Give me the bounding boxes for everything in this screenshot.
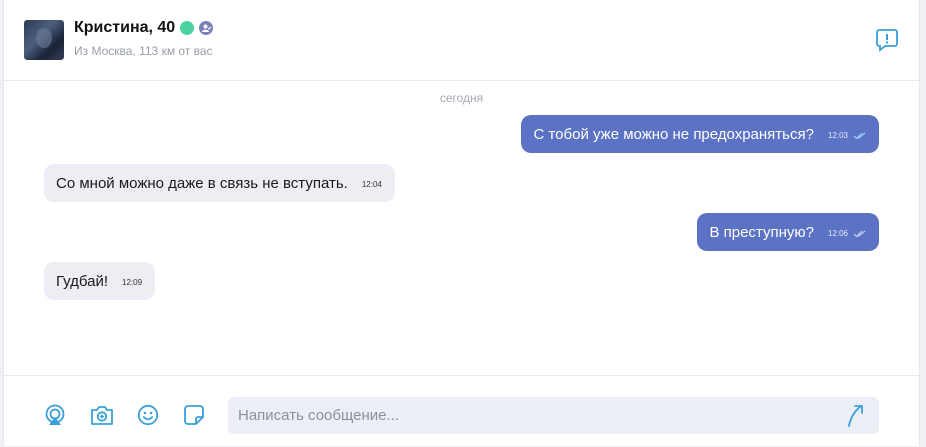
message-incoming[interactable]: Гудбай! 12:09: [44, 262, 156, 300]
avatar[interactable]: [24, 20, 64, 60]
report-icon[interactable]: [876, 28, 898, 52]
message-incoming[interactable]: Со мной можно даже в связь не вступать. …: [44, 164, 395, 202]
contact-location: Из Москва, 113 км от вас: [74, 44, 213, 58]
stream-icon[interactable]: [44, 404, 66, 426]
message-time: 12:09: [122, 278, 143, 287]
sticker-icon[interactable]: [183, 404, 205, 426]
message-outgoing[interactable]: В преступную? 12:06: [697, 213, 879, 251]
message-time: 12:04: [361, 180, 382, 189]
message-time: 12:06: [827, 229, 848, 238]
message-text: Гудбай!: [56, 272, 109, 290]
chat-panel: Кристина, 40 Из Москва, 113 км от вас се…: [3, 0, 920, 446]
send-icon[interactable]: [846, 402, 870, 428]
contact-name-row[interactable]: Кристина, 40: [74, 19, 214, 37]
message-text: С тобой уже можно не предохраняться?: [533, 125, 814, 143]
online-status-icon: [180, 21, 195, 35]
verified-user-icon: [199, 21, 214, 35]
emoji-icon[interactable]: [137, 404, 159, 426]
message-time: 12:03: [827, 131, 848, 140]
camera-icon[interactable]: [90, 404, 114, 426]
message-input[interactable]: [228, 397, 879, 434]
contact-name[interactable]: Кристина, 40: [74, 19, 175, 37]
read-check-icon: [853, 132, 866, 139]
date-separator: сегодня: [439, 91, 484, 105]
message-text: Со мной можно даже в связь не вступать.: [56, 174, 348, 192]
message-text: В преступную?: [709, 223, 814, 241]
read-check-icon: [853, 230, 866, 237]
chat-header: Кристина, 40 Из Москва, 113 км от вас: [4, 0, 919, 81]
message-outgoing[interactable]: С тобой уже можно не предохраняться? 12:…: [521, 115, 879, 153]
composer: [4, 375, 919, 447]
